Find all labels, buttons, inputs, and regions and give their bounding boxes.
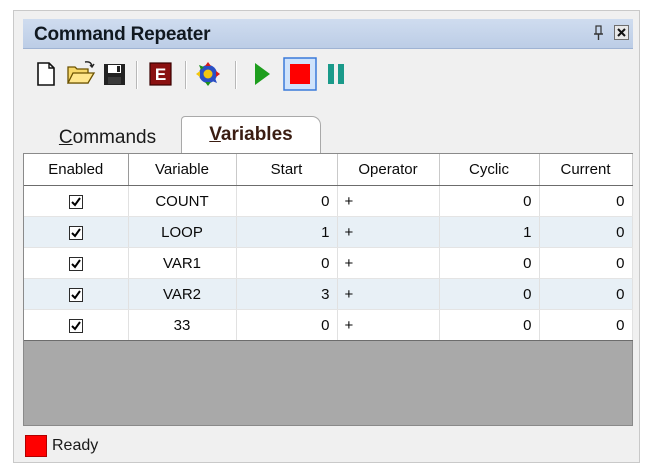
variable-cell[interactable]: LOOP — [128, 216, 237, 248]
edit-e-icon[interactable]: E — [143, 57, 177, 91]
start-cell[interactable]: 0 — [236, 309, 338, 341]
table-row[interactable]: VAR2 3 + 0 0 — [24, 278, 633, 310]
tab-strip: Commands Variables — [23, 116, 633, 158]
variable-cell[interactable]: 33 — [128, 309, 237, 341]
status-text: Ready — [52, 437, 99, 454]
window-title: Command Repeater — [34, 24, 211, 45]
column-header-variable[interactable]: Variable — [128, 154, 237, 186]
start-cell[interactable]: 3 — [236, 278, 338, 310]
new-icon[interactable] — [29, 57, 63, 91]
cyclic-cell[interactable]: 0 — [439, 185, 540, 217]
pin-icon[interactable] — [593, 23, 605, 43]
enabled-cell[interactable] — [24, 185, 129, 217]
enabled-checkbox[interactable] — [68, 318, 83, 333]
cyclic-cell[interactable]: 0 — [439, 278, 540, 310]
cyclic-cell[interactable]: 0 — [439, 247, 540, 279]
variables-table: Enabled Variable Start Operator Cyclic C… — [24, 154, 633, 341]
open-folder-icon[interactable] — [63, 57, 97, 91]
command-repeater-panel: Command Repeater E Commands Variables En… — [13, 10, 640, 463]
column-header-operator[interactable]: Operator — [337, 154, 440, 186]
toolbar-separator — [136, 61, 138, 89]
pause-icon[interactable] — [319, 57, 353, 91]
variable-cell[interactable]: VAR1 — [128, 247, 237, 279]
column-header-current[interactable]: Current — [539, 154, 633, 186]
current-cell: 0 — [539, 185, 633, 217]
table-header: Enabled Variable Start Operator Cyclic C… — [24, 154, 633, 186]
column-header-cyclic[interactable]: Cyclic — [439, 154, 540, 186]
table-row[interactable]: VAR1 0 + 0 0 — [24, 247, 633, 279]
start-cell[interactable]: 0 — [236, 247, 338, 279]
operator-cell[interactable]: + — [337, 247, 440, 279]
enabled-cell[interactable] — [24, 309, 129, 341]
current-cell: 0 — [539, 278, 633, 310]
cyclic-cell[interactable]: 1 — [439, 216, 540, 248]
current-cell: 0 — [539, 247, 633, 279]
table-row[interactable]: COUNT 0 + 0 0 — [24, 185, 633, 217]
tab-variables-label: Variables — [209, 124, 293, 145]
enabled-cell[interactable] — [24, 216, 129, 248]
status-indicator — [25, 435, 47, 457]
variable-cell[interactable]: COUNT — [128, 185, 237, 217]
settings-icon[interactable] — [191, 57, 225, 91]
play-icon[interactable] — [245, 57, 279, 91]
svg-text:E: E — [155, 65, 166, 84]
start-cell[interactable]: 0 — [236, 185, 338, 217]
table-row[interactable]: 33 0 + 0 0 — [24, 309, 633, 341]
enabled-checkbox[interactable] — [68, 287, 83, 302]
close-icon[interactable] — [614, 25, 629, 40]
title-bar: Command Repeater — [23, 19, 633, 49]
tab-commands-label: Commands — [58, 127, 157, 148]
start-cell[interactable]: 1 — [236, 216, 338, 248]
current-cell: 0 — [539, 309, 633, 341]
current-cell: 0 — [539, 216, 633, 248]
cyclic-cell[interactable]: 0 — [439, 309, 540, 341]
operator-cell[interactable]: + — [337, 185, 440, 217]
toolbar: E — [23, 57, 633, 95]
stop-icon[interactable] — [283, 57, 317, 91]
enabled-checkbox[interactable] — [68, 194, 83, 209]
toolbar-separator — [185, 61, 187, 89]
enabled-checkbox[interactable] — [68, 225, 83, 240]
operator-cell[interactable]: + — [337, 216, 440, 248]
variables-grid: Enabled Variable Start Operator Cyclic C… — [23, 153, 633, 426]
operator-cell[interactable]: + — [337, 309, 440, 341]
tab-variables[interactable]: Variables — [181, 116, 321, 154]
operator-cell[interactable]: + — [337, 278, 440, 310]
table-row[interactable]: LOOP 1 + 1 0 — [24, 216, 633, 248]
enabled-cell[interactable] — [24, 278, 129, 310]
status-bar: Ready — [23, 432, 633, 458]
column-header-enabled[interactable]: Enabled — [24, 154, 129, 186]
enabled-cell[interactable] — [24, 247, 129, 279]
save-icon[interactable] — [97, 57, 131, 91]
enabled-checkbox[interactable] — [68, 256, 83, 271]
variable-cell[interactable]: VAR2 — [128, 278, 237, 310]
column-header-start[interactable]: Start — [236, 154, 338, 186]
toolbar-separator — [235, 61, 237, 89]
